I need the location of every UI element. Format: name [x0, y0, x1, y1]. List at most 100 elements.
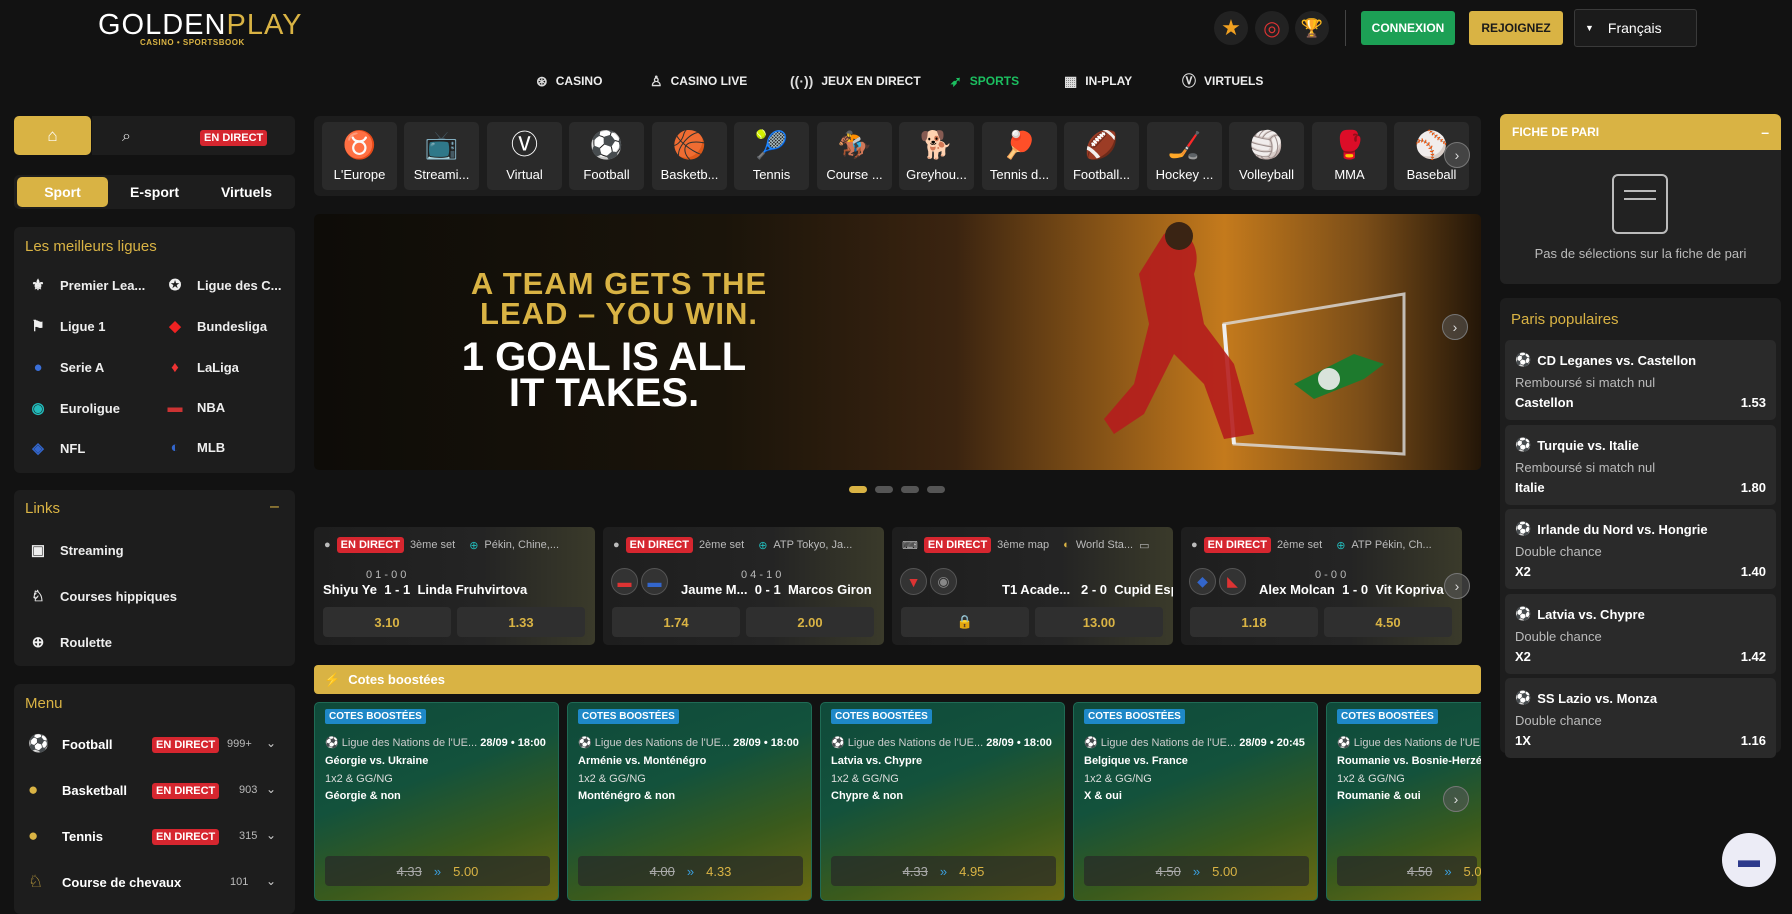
link-horse-racing[interactable]: ♘ Courses hippiques: [28, 587, 177, 605]
category-greyhound[interactable]: 🐕 Greyhou...: [899, 122, 974, 190]
collapse-icon[interactable]: –: [270, 498, 279, 516]
home-button[interactable]: ⌂: [14, 116, 91, 155]
league-ligue1[interactable]: ⚑ Ligue 1: [28, 317, 105, 335]
chat-button[interactable]: ▬: [1722, 833, 1776, 887]
boosted-card[interactable]: COTES BOOSTÉES ⚽ Ligue des Nations de l'…: [314, 702, 559, 901]
boosted-match: Latvia vs. Chypre: [831, 755, 923, 767]
odd-button[interactable]: 1.18: [1190, 607, 1318, 637]
league-euroleague[interactable]: ◉ Euroligue: [28, 399, 120, 417]
slovakia-flag-icon: ◆: [1189, 568, 1216, 595]
menu-label: Course de chevaux: [62, 875, 182, 890]
boosted-odds-button[interactable]: 4.33 » 4.95: [831, 856, 1056, 886]
boosted-odds-button[interactable]: 4.00 » 4.33: [578, 856, 803, 886]
boosted-card[interactable]: COTES BOOSTÉES ⚽ Ligue des Nations de l'…: [567, 702, 812, 901]
nav-sports[interactable]: ➶ SPORTS: [950, 72, 1019, 90]
boosted-next-button[interactable]: ›: [1443, 786, 1469, 812]
categories-next-button[interactable]: ›: [1444, 142, 1470, 168]
category-horse-racing[interactable]: 🏇 Course ...: [817, 122, 892, 190]
live-match-card[interactable]: ● EN DIRECT 2ème set ⊕ ATP Tokyo, Ja... ▬ ▬ …: [603, 527, 884, 645]
carousel-dot[interactable]: [927, 486, 945, 493]
link-streaming[interactable]: ▣ Streaming: [28, 541, 124, 559]
boosted-badge: COTES BOOSTÉES: [1337, 709, 1438, 724]
odd-button[interactable]: 1.33: [457, 607, 585, 637]
login-button[interactable]: CONNEXION: [1361, 11, 1455, 45]
boosted-odds-button[interactable]: 4.50 » 5.0: [1337, 856, 1481, 886]
odd-button[interactable]: 1.74: [612, 607, 740, 637]
category-tennis[interactable]: 🎾 Tennis: [734, 122, 809, 190]
league-bundesliga[interactable]: ◆ Bundesliga: [165, 317, 267, 335]
boosted-selection: Roumanie & oui: [1337, 790, 1421, 802]
tab-virtual[interactable]: Virtuels: [201, 177, 292, 207]
basketball-icon: 🏀: [672, 130, 707, 160]
category-basketball[interactable]: 🏀 Basketb...: [652, 122, 727, 190]
language-select[interactable]: ▼ Français: [1574, 9, 1697, 47]
league-mlb[interactable]: ◐ MLB: [165, 439, 225, 456]
logo[interactable]: GOLDENPLAY CASINO • SPORTSBOOK: [98, 10, 301, 50]
boosted-card[interactable]: COTES BOOSTÉES ⚽ Ligue des Nations de l'…: [1073, 702, 1318, 901]
odd-button[interactable]: 3.10: [323, 607, 451, 637]
menu-item-tennis[interactable]: ● Tennis EN DIRECT 315 ⌄: [14, 820, 295, 852]
carousel-dot[interactable]: [849, 486, 867, 493]
category-streaming[interactable]: 📺 Streami...: [404, 122, 479, 190]
category-hockey[interactable]: 🏒 Hockey ...: [1147, 122, 1222, 190]
category-virtual[interactable]: Ⓥ Virtual: [487, 122, 562, 190]
menu-item-football[interactable]: ⚽ Football EN DIRECT 999+ ⌄: [14, 728, 295, 760]
category-football[interactable]: ⚽ Football: [569, 122, 644, 190]
nav-live-games[interactable]: ((·)) JEUX EN DIRECT: [790, 72, 921, 90]
league-nba[interactable]: ▬ NBA: [165, 399, 226, 416]
odd-locked-button[interactable]: 🔒: [901, 607, 1029, 637]
league-champions[interactable]: ✪ Ligue des C...: [165, 276, 282, 294]
live-match-card[interactable]: ● EN DIRECT 3ème set ⊕ Pékin, Chine,... 0 1 …: [314, 527, 595, 645]
popular-bet-item[interactable]: ⚽ Latvia vs. Chypre Double chance X2 1.42: [1505, 594, 1776, 674]
odd-button[interactable]: 2.00: [746, 607, 874, 637]
euroleague-icon: ◉: [31, 400, 45, 417]
league-laliga[interactable]: ♦ LaLiga: [165, 359, 239, 376]
search-button[interactable]: ⌕: [122, 128, 131, 146]
betslip-header[interactable]: FICHE DE PARI –: [1500, 114, 1781, 150]
ligue1-icon: ⚑: [31, 318, 45, 335]
live-match-card[interactable]: ⌨ EN DIRECT 3ème map ◐ World Sta... ▭ ▼ ◉ T1 …: [892, 527, 1173, 645]
carousel-dot[interactable]: [875, 486, 893, 493]
category-american-football[interactable]: 🏈 Football...: [1064, 122, 1139, 190]
boosted-card[interactable]: COTES BOOSTÉES ⚽ Ligue des Nations de l'…: [820, 702, 1065, 901]
popular-bet-item[interactable]: ⚽ Irlande du Nord vs. Hongrie Double chan…: [1505, 509, 1776, 589]
live-match-card[interactable]: ● EN DIRECT 2ème set ⊕ ATP Pékin, Ch... ◆ ◣ …: [1181, 527, 1462, 645]
popular-bet-item[interactable]: ⚽ SS Lazio vs. Monza Double chance 1X 1.1…: [1505, 678, 1776, 758]
collapse-icon[interactable]: –: [1761, 124, 1769, 140]
promo-banner[interactable]: A TEAM GETS THE LEAD – YOU WIN. 1 GOAL IS…: [314, 214, 1481, 470]
tab-esport[interactable]: E-sport: [109, 177, 200, 207]
carousel-dots: [849, 486, 945, 493]
target-icon[interactable]: ◎: [1255, 11, 1289, 45]
popular-bet-item[interactable]: ⚽ CD Leganes vs. Castellon Remboursé si m…: [1505, 340, 1776, 420]
league-seriea[interactable]: ● Serie A: [28, 359, 104, 376]
nav-virtual[interactable]: Ⓥ VIRTUELS: [1182, 72, 1263, 90]
boosted-odds-button[interactable]: 4.33 » 5.00: [325, 856, 550, 886]
football-icon: ⚽: [1515, 352, 1532, 367]
odd-button[interactable]: 13.00: [1035, 607, 1163, 637]
category-volleyball[interactable]: 🏐 Volleyball: [1229, 122, 1304, 190]
trophy-icon[interactable]: 🏆: [1295, 11, 1329, 45]
banner-next-button[interactable]: ›: [1442, 314, 1468, 340]
menu-item-horse-racing[interactable]: ♘ Course de chevaux 101 ⌄: [14, 866, 295, 898]
carousel-dot[interactable]: [901, 486, 919, 493]
boosted-odds-button[interactable]: 4.50 » 5.00: [1084, 856, 1309, 886]
popular-bet-item[interactable]: ⚽ Turquie vs. Italie Remboursé si match n…: [1505, 425, 1776, 505]
nav-casino[interactable]: ⊛ CASINO: [536, 72, 602, 90]
nav-casino-live[interactable]: ♙ CASINO LIVE: [650, 72, 747, 90]
league-premier[interactable]: ⚜ Premier Lea...: [28, 276, 145, 294]
live-next-button[interactable]: ›: [1444, 573, 1470, 599]
live-filter-button[interactable]: EN DIRECT: [200, 128, 268, 146]
category-label: Tennis d...: [989, 167, 1050, 182]
category-mma[interactable]: 🥊 MMA: [1312, 122, 1387, 190]
star-icon[interactable]: ★: [1214, 11, 1248, 45]
nav-in-play[interactable]: ▦ IN-PLAY: [1064, 72, 1132, 90]
tab-sport[interactable]: Sport: [17, 177, 108, 207]
join-button[interactable]: REJOIGNEZ: [1469, 11, 1563, 45]
odd-button[interactable]: 4.50: [1324, 607, 1452, 637]
chip-icon: ⊛: [536, 72, 548, 89]
category-table-tennis[interactable]: 🏓 Tennis d...: [982, 122, 1057, 190]
category-europe[interactable]: ♉ L'Europe: [322, 122, 397, 190]
link-roulette[interactable]: ⊕ Roulette: [28, 633, 112, 651]
menu-item-basketball[interactable]: ● Basketball EN DIRECT 903 ⌄: [14, 774, 295, 806]
league-nfl[interactable]: ◈ NFL: [28, 439, 85, 457]
